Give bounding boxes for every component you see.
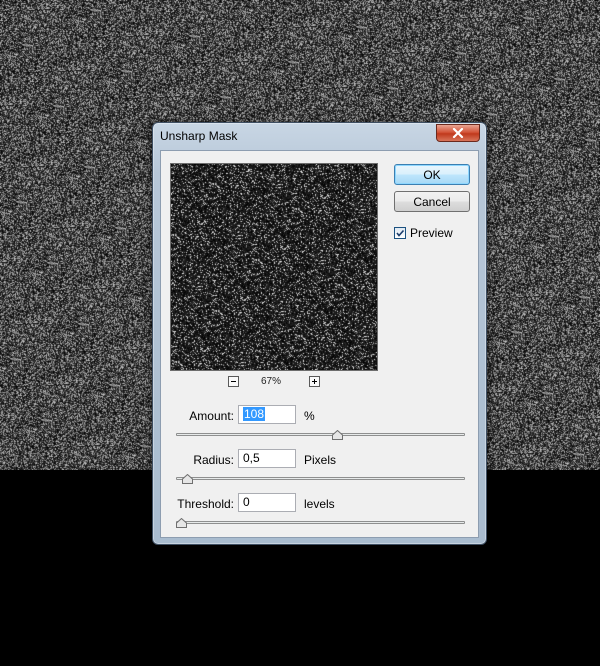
threshold-label: Threshold: (177, 497, 234, 511)
radius-slider-thumb[interactable] (182, 474, 193, 484)
amount-slider-track (176, 433, 465, 436)
amount-label: Amount: (189, 409, 234, 423)
amount-value: 108 (243, 407, 266, 421)
zoom-level: 67% (260, 376, 281, 387)
preview-label: Preview (410, 226, 453, 240)
dialog-content: 67% OK Cancel Preview Amount: 108 % Radi… (160, 150, 479, 538)
zoom-in-icon (312, 379, 317, 384)
amount-slider-thumb[interactable] (332, 430, 343, 440)
threshold-slider[interactable] (176, 518, 465, 530)
close-button[interactable] (436, 124, 480, 142)
dialog-title: Unsharp Mask (160, 129, 238, 143)
zoom-out-icon (231, 381, 236, 382)
checkmark-icon (396, 229, 405, 237)
zoom-controls: 67% (228, 376, 323, 390)
preview-checkbox[interactable]: Preview (394, 226, 453, 240)
zoom-out-button[interactable] (228, 376, 239, 387)
amount-unit: % (304, 409, 315, 423)
radius-unit: Pixels (304, 453, 337, 467)
preview-image (171, 164, 377, 370)
threshold-value: 0 (243, 495, 250, 509)
threshold-field[interactable]: 0 (238, 493, 296, 512)
ok-button[interactable]: OK (394, 164, 470, 185)
unsharp-mask-dialog: Unsharp Mask 67% OK Cancel Preview Amoun… (152, 122, 487, 545)
title-bar[interactable]: Unsharp Mask (153, 123, 486, 149)
threshold-unit: levels (304, 497, 335, 511)
radius-slider[interactable] (176, 474, 465, 486)
radius-label: Radius: (193, 453, 234, 467)
amount-slider[interactable] (176, 430, 465, 442)
threshold-slider-thumb[interactable] (176, 518, 187, 528)
radius-slider-track (176, 477, 465, 480)
radius-value: 0,5 (243, 451, 260, 465)
cancel-button[interactable]: Cancel (394, 191, 470, 212)
preview-checkbox-box[interactable] (394, 227, 406, 239)
zoom-in-button[interactable] (309, 376, 320, 387)
amount-field[interactable]: 108 (238, 405, 296, 424)
radius-field[interactable]: 0,5 (238, 449, 296, 468)
close-icon (452, 128, 464, 138)
preview-window[interactable] (170, 163, 378, 371)
threshold-slider-track (176, 521, 465, 524)
